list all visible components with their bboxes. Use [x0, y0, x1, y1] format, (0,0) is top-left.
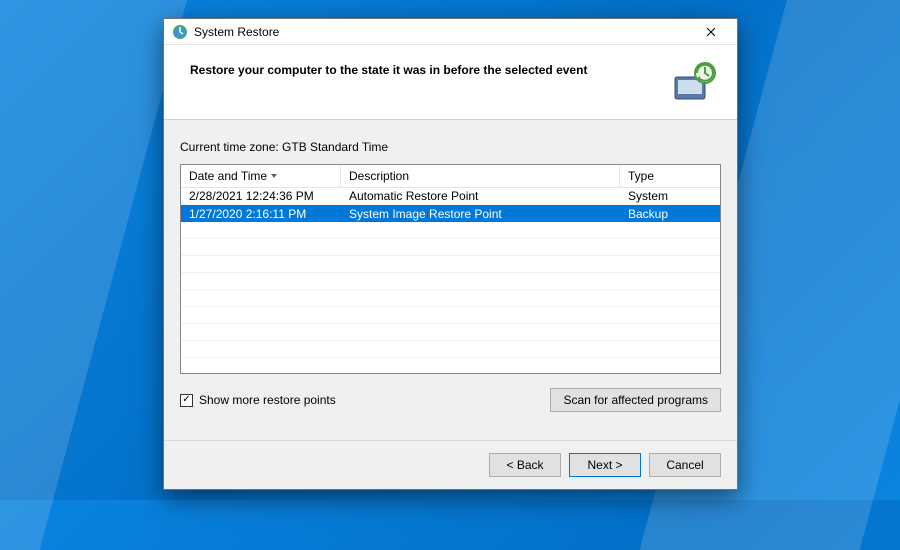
sort-descending-icon [271, 174, 277, 178]
restore-points-list: Date and Time Description Type 2/28/2021… [180, 164, 721, 374]
header-band: Restore your computer to the state it wa… [164, 45, 737, 120]
window-title: System Restore [194, 25, 691, 39]
scan-affected-button[interactable]: Scan for affected programs [550, 388, 721, 412]
restore-large-icon [669, 59, 717, 107]
column-header-description[interactable]: Description [341, 165, 620, 187]
cancel-button[interactable]: Cancel [649, 453, 721, 477]
list-empty-row [181, 222, 720, 239]
below-list-row: ✓ Show more restore points Scan for affe… [180, 388, 721, 412]
cell-type: Backup [620, 207, 720, 221]
list-empty-row [181, 307, 720, 324]
show-more-label[interactable]: Show more restore points [199, 393, 336, 407]
column-header-type-label: Type [628, 169, 654, 183]
list-empty-row [181, 290, 720, 307]
column-header-date[interactable]: Date and Time [181, 165, 341, 187]
close-button[interactable] [691, 21, 731, 43]
content-area: Current time zone: GTB Standard Time Dat… [164, 120, 737, 440]
page-heading: Restore your computer to the state it wa… [190, 59, 669, 119]
column-header-date-label: Date and Time [189, 169, 267, 183]
list-empty-row [181, 273, 720, 290]
list-empty-row [181, 239, 720, 256]
table-row[interactable]: 2/28/2021 12:24:36 PM Automatic Restore … [181, 188, 720, 205]
show-more-checkbox[interactable]: ✓ [180, 394, 193, 407]
cell-date: 2/28/2021 12:24:36 PM [181, 189, 341, 203]
next-button[interactable]: Next > [569, 453, 641, 477]
table-row[interactable]: 1/27/2020 2:16:11 PM System Image Restor… [181, 205, 720, 222]
cell-type: System [620, 189, 720, 203]
cell-date: 1/27/2020 2:16:11 PM [181, 207, 341, 221]
cell-desc: System Image Restore Point [341, 207, 620, 221]
timezone-label: Current time zone: GTB Standard Time [180, 140, 721, 154]
column-header-type[interactable]: Type [620, 165, 720, 187]
list-body: 2/28/2021 12:24:36 PM Automatic Restore … [181, 188, 720, 374]
titlebar: System Restore [164, 19, 737, 45]
cell-desc: Automatic Restore Point [341, 189, 620, 203]
list-header: Date and Time Description Type [181, 165, 720, 188]
check-icon: ✓ [182, 395, 190, 405]
list-empty-row [181, 341, 720, 358]
system-restore-dialog: System Restore Restore your computer to … [163, 18, 738, 490]
list-empty-row [181, 324, 720, 341]
back-button[interactable]: < Back [489, 453, 561, 477]
column-header-desc-label: Description [349, 169, 409, 183]
dialog-footer: < Back Next > Cancel [164, 440, 737, 489]
system-restore-icon [172, 24, 188, 40]
list-empty-row [181, 256, 720, 273]
list-empty-row [181, 358, 720, 374]
